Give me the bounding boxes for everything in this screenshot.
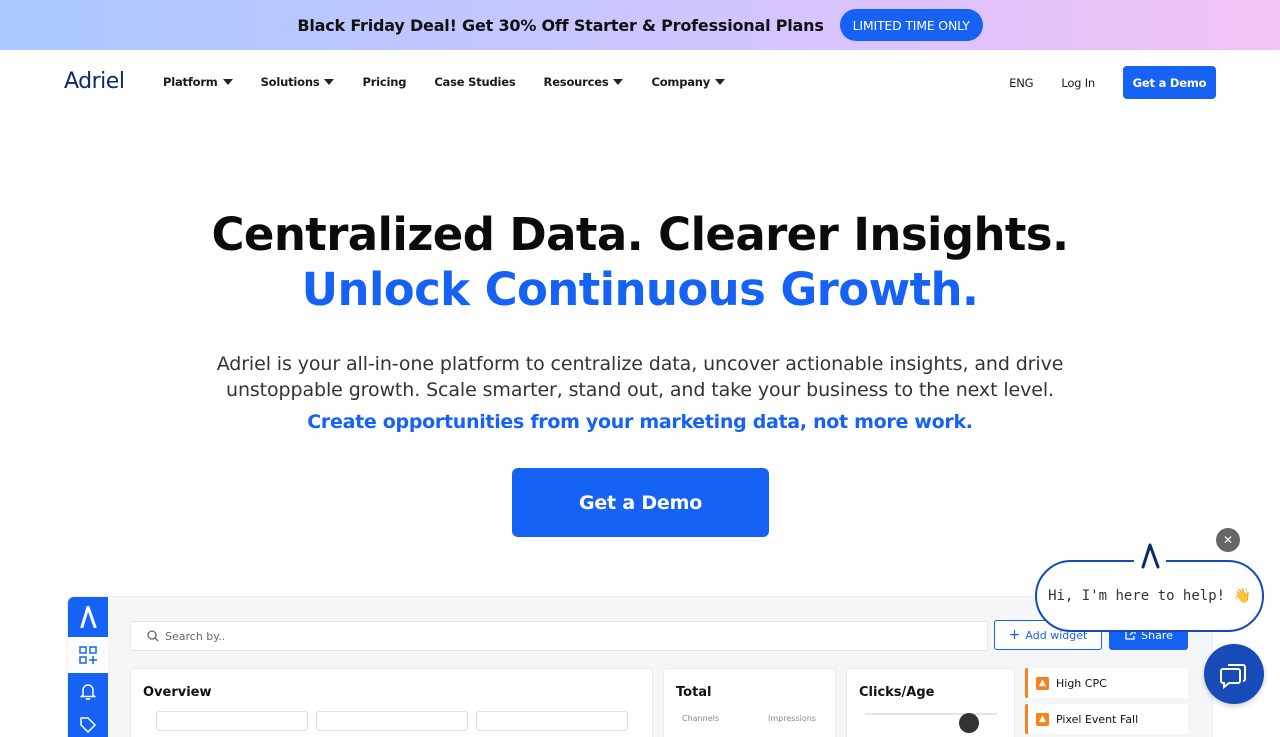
caret-down-icon xyxy=(715,79,726,85)
nav-platform[interactable]: Platform xyxy=(163,75,233,89)
nav-company[interactable]: Company xyxy=(651,75,726,89)
impressions-label: Impressions xyxy=(768,714,816,723)
tag-icon[interactable] xyxy=(68,709,108,737)
total-card: Total Channels Impressions xyxy=(663,668,836,737)
chat-close-icon[interactable]: ✕ xyxy=(1216,528,1240,552)
hero-subtitle: Unlock Continuous Growth. xyxy=(301,263,979,316)
hero-description: Adriel is your all-in-one platform to ce… xyxy=(0,351,1280,403)
overview-card: Overview xyxy=(130,668,653,737)
clicks-age-card: Clicks/Age xyxy=(846,668,1015,737)
alert-high-cpc-label: High CPC xyxy=(1056,676,1107,690)
bell-icon[interactable] xyxy=(68,675,108,707)
hero-title: Centralized Data. Clearer Insights. xyxy=(211,208,1070,261)
nav-resources-label: Resources xyxy=(543,75,609,89)
chat-greeting-text: Hi, I'm here to help! 👋 xyxy=(1048,588,1251,604)
nav-pricing-label: Pricing xyxy=(362,75,407,89)
plus-icon: + xyxy=(1008,627,1021,643)
promo-text: Black Friday Deal! Get 30% Off Starter &… xyxy=(297,15,824,35)
nav-company-label: Company xyxy=(651,75,711,89)
nav-case-studies[interactable]: Case Studies xyxy=(434,75,515,89)
nav-solutions-label: Solutions xyxy=(260,75,320,89)
top-nav: Adriel Platform Solutions Pricing Case S… xyxy=(0,50,1280,114)
get-demo-nav-button[interactable]: Get a Demo xyxy=(1123,66,1216,99)
dashboard-preview: Search by.. + Add widget Share Overview … xyxy=(68,597,1212,737)
adriel-mark-icon xyxy=(68,597,108,637)
channels-label: Channels xyxy=(682,714,720,723)
caret-down-icon xyxy=(222,79,233,85)
alert-up-icon: ▲ xyxy=(1036,712,1049,726)
search-placeholder: Search by.. xyxy=(165,629,226,643)
alert-up-icon: ▲ xyxy=(1036,676,1049,690)
clicks-age-title: Clicks/Age xyxy=(859,685,935,700)
chat-adriel-mark-icon xyxy=(1134,540,1166,572)
nav-pricing[interactable]: Pricing xyxy=(362,75,406,89)
alert-pixel-event-label: Pixel Event Fall xyxy=(1056,712,1139,726)
overview-field xyxy=(156,711,308,731)
login-link[interactable]: Log In xyxy=(1061,76,1095,90)
total-title: Total xyxy=(676,685,712,700)
adriel-logo[interactable]: Adriel xyxy=(64,69,125,94)
nav-case-studies-label: Case Studies xyxy=(434,75,516,89)
hero-tagline: Create opportunities from your marketing… xyxy=(307,411,973,433)
dashboard-sidebar xyxy=(68,597,108,737)
alert-pixel-event[interactable]: ▲ Pixel Event Fall xyxy=(1025,704,1188,734)
chat-launcher-button[interactable] xyxy=(1204,644,1264,704)
clicks-age-slider-track xyxy=(865,713,997,715)
promo-banner: Black Friday Deal! Get 30% Off Starter &… xyxy=(0,0,1280,50)
nav-solutions[interactable]: Solutions xyxy=(261,75,335,89)
dashboard-search[interactable]: Search by.. xyxy=(130,621,988,651)
overview-field xyxy=(476,711,628,731)
nav-resources[interactable]: Resources xyxy=(544,75,624,89)
clicks-age-slider-thumb[interactable] xyxy=(959,713,979,733)
dashboard-grid-icon[interactable] xyxy=(68,637,108,673)
nav-platform-label: Platform xyxy=(163,75,218,89)
hero-description-line2: unstoppable growth. Scale smarter, stand… xyxy=(226,379,1054,401)
nav-actions: ENG Log In Get a Demo xyxy=(1009,66,1216,99)
caret-down-icon xyxy=(324,79,335,85)
overview-title: Overview xyxy=(143,685,212,700)
limited-time-button[interactable]: LIMITED TIME ONLY xyxy=(839,9,983,41)
alert-high-cpc[interactable]: ▲ High CPC xyxy=(1025,668,1188,698)
main-menu: Platform Solutions Pricing Case Studies … xyxy=(163,50,753,114)
hero-description-line1: Adriel is your all-in-one platform to ce… xyxy=(216,353,1064,375)
caret-down-icon xyxy=(613,79,624,85)
get-demo-button[interactable]: Get a Demo xyxy=(512,468,769,537)
overview-field xyxy=(316,711,468,731)
language-selector[interactable]: ENG xyxy=(1009,76,1033,90)
search-icon xyxy=(147,630,159,642)
chat-icon xyxy=(1220,664,1246,689)
